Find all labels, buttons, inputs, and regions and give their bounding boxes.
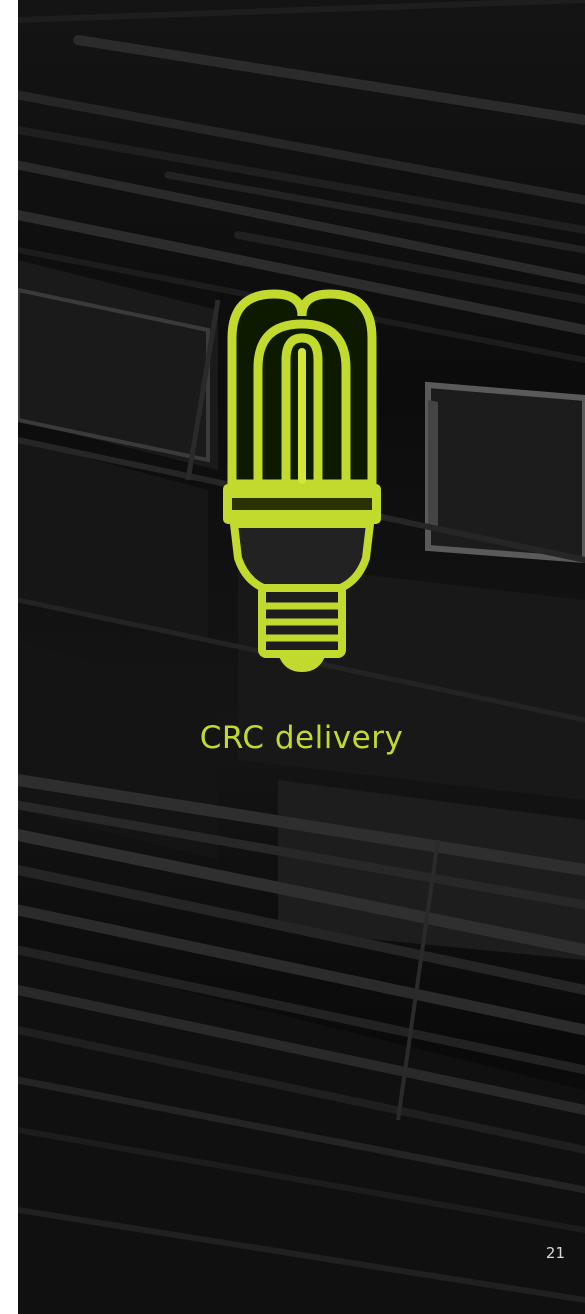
energy-saving-bulb-icon (223, 289, 381, 672)
page-number: 21 (545, 1244, 565, 1262)
page: CRC delivery 21 (18, 0, 585, 1314)
section-title: CRC delivery (199, 720, 404, 756)
